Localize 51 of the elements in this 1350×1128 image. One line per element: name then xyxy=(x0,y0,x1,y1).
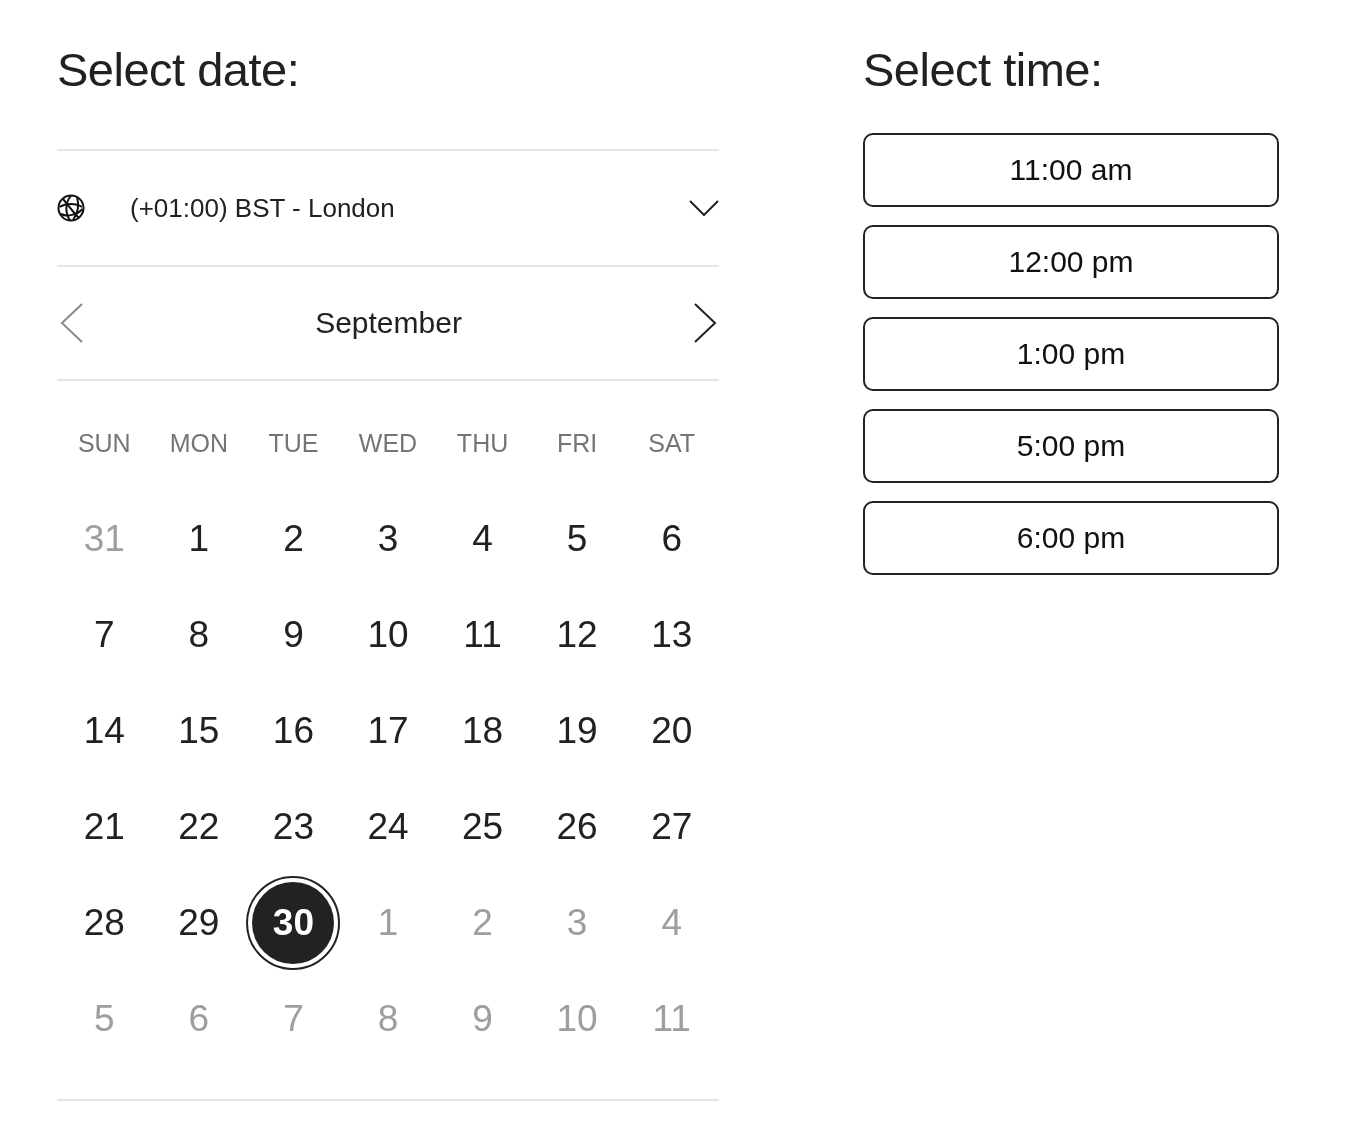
month-label: September xyxy=(315,306,462,340)
day-button[interactable]: 16 xyxy=(272,709,314,753)
next-month-button[interactable] xyxy=(693,303,717,343)
day-button[interactable]: 4 xyxy=(472,517,493,561)
weekday-label: MON xyxy=(169,428,228,458)
day-button[interactable]: 15 xyxy=(178,709,220,753)
day-button[interactable]: 18 xyxy=(462,709,504,753)
day-button[interactable]: 5 xyxy=(566,517,588,561)
day-button[interactable]: 8 xyxy=(188,613,210,657)
chevron-right-icon xyxy=(693,303,717,343)
weekday-label: TUE xyxy=(268,428,319,458)
day-button[interactable]: 7 xyxy=(94,613,115,657)
chevron-left-icon xyxy=(60,303,84,343)
weekday-label: SAT xyxy=(648,428,696,458)
day-button[interactable]: 11 xyxy=(463,613,502,657)
globe-icon xyxy=(57,194,85,222)
weekday-label: FRI xyxy=(557,428,598,458)
day-button[interactable]: 6 xyxy=(661,517,682,561)
day-button[interactable]: 10 xyxy=(367,613,409,657)
day-button[interactable]: 28 xyxy=(83,901,125,945)
day-button[interactable]: 14 xyxy=(83,709,125,753)
day-button[interactable]: 1 xyxy=(188,517,210,561)
time-slot-button[interactable]: 5:00 pm xyxy=(863,409,1279,483)
section-title: Select time: xyxy=(863,42,1103,98)
time-slot-button[interactable]: 12:00 pm xyxy=(863,225,1279,299)
time-slot-button[interactable]: 6:00 pm xyxy=(863,501,1279,575)
day-button[interactable]: 19 xyxy=(556,709,598,753)
day-button[interactable]: 13 xyxy=(651,613,693,657)
day-button[interactable]: 3 xyxy=(377,517,399,561)
time-slot-button[interactable]: 11:00 am xyxy=(863,133,1279,207)
day-button[interactable]: 20 xyxy=(651,709,693,753)
day-button[interactable]: 24 xyxy=(367,805,409,849)
time-slot-button[interactable]: 1:00 pm xyxy=(863,317,1279,391)
day-button[interactable]: 17 xyxy=(367,709,409,753)
day-button[interactable]: 12 xyxy=(556,613,598,657)
day-button[interactable]: 27 xyxy=(651,805,693,849)
day-button[interactable]: 25 xyxy=(462,805,504,849)
day-button[interactable]: 21 xyxy=(83,805,125,849)
weekday-label: THU xyxy=(456,428,509,458)
day-button[interactable]: 23 xyxy=(272,805,314,849)
weekday-label: SUN xyxy=(77,428,131,458)
timezone-dropdown[interactable]: (+01:00) BST - London xyxy=(57,149,719,265)
day-button[interactable]: 9 xyxy=(283,613,304,657)
day-button[interactable]: 30 xyxy=(246,876,341,970)
day-button[interactable]: 22 xyxy=(178,805,220,849)
day-button[interactable]: 26 xyxy=(556,805,598,849)
day-button[interactable]: 2 xyxy=(283,517,304,561)
day-button[interactable]: 29 xyxy=(178,901,220,945)
weekday-label: WED xyxy=(358,428,418,458)
chevron-down-icon xyxy=(689,200,719,216)
section-title: Select date: xyxy=(57,42,300,98)
